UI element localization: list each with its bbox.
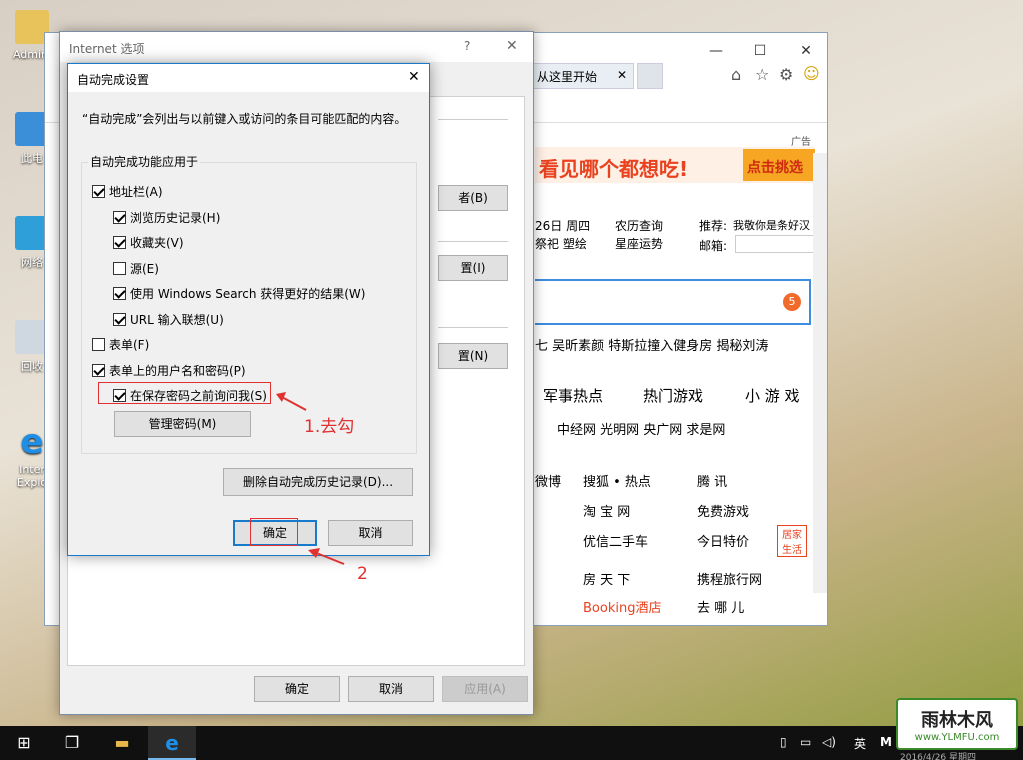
delete-history-button[interactable]: 删除自动完成历史记录(D)... [223, 468, 413, 496]
divider [438, 327, 508, 328]
internet-options-titlebar: Internet 选项 [60, 32, 533, 62]
tab-close-icon[interactable]: ✕ [617, 68, 627, 82]
minimize-icon[interactable]: — [701, 41, 731, 61]
checkbox-box[interactable] [92, 338, 105, 351]
windows-start-icon[interactable]: ⊞ [0, 726, 48, 760]
annotation-step2: 2 [357, 564, 368, 584]
settings-button-1[interactable]: 置(I) [438, 255, 508, 281]
divider [438, 241, 508, 242]
options-close-icon[interactable]: ✕ [506, 38, 518, 54]
smiley-icon[interactable]: ☺ [803, 64, 820, 83]
checkbox-box[interactable] [113, 211, 126, 224]
checkbox-box[interactable] [113, 287, 126, 300]
network-tray-icon[interactable]: ▭ [800, 735, 811, 749]
divider [438, 119, 508, 120]
address-bar-checkbox[interactable]: 地址栏(A) [92, 183, 163, 200]
manage-passwords-button[interactable]: 管理密码(M) [114, 411, 251, 437]
autocomplete-close-icon[interactable]: ✕ [408, 69, 420, 85]
ime-indicator[interactable]: M [880, 735, 892, 749]
annotation-box-ok [250, 518, 298, 546]
watermark-logo: 雨林木风 www.YLMFU.com [896, 698, 1018, 750]
browser-page: 看见哪个都想吃! 点击挑选 广告 26日 周四 农历查询 祭祀 塑绘 星座运势 … [535, 129, 815, 619]
windows-search-checkbox[interactable]: 使用 Windows Search 获得更好的结果(W) [113, 285, 365, 302]
volume-icon[interactable]: ◁) [822, 735, 836, 749]
checkbox-box[interactable] [113, 236, 126, 249]
arrow-line [279, 395, 307, 411]
new-tab-button[interactable] [637, 63, 663, 89]
checkbox-box[interactable] [92, 185, 105, 198]
language-indicator[interactable]: 英 [854, 735, 866, 752]
mail-input[interactable] [735, 235, 815, 253]
browser-tab[interactable]: 从这里开始 ✕ [528, 63, 634, 89]
checkbox-box[interactable] [113, 262, 126, 275]
task-view-icon[interactable]: ❐ [48, 726, 96, 760]
publishers-button[interactable]: 者(B) [438, 185, 508, 211]
arrow-line [313, 551, 345, 565]
annotation-step1: 1.去勾 [304, 417, 355, 437]
ie-taskbar-icon[interactable]: e [148, 726, 196, 760]
options-cancel-button[interactable]: 取消 [348, 676, 434, 702]
scrollbar[interactable] [813, 153, 827, 593]
history-checkbox[interactable]: 浏览历史记录(H) [113, 209, 220, 226]
autocomplete-titlebar: 自动完成设置 [68, 64, 429, 92]
usernames-checkbox[interactable]: 表单上的用户名和密码(P) [92, 362, 246, 379]
close-icon[interactable]: ✕ [791, 41, 821, 61]
options-apply-button[interactable]: 应用(A) [442, 676, 528, 702]
banner: 看见哪个都想吃! 点击挑选 广告 [535, 137, 815, 183]
autocomplete-dialog: 自动完成设置 ✕ “自动完成”会列出与以前键入或访问的条目可能匹配的内容。 自动… [67, 63, 430, 556]
group-label: 自动完成功能应用于 [88, 153, 201, 170]
forms-checkbox[interactable]: 表单(F) [92, 336, 149, 353]
checkbox-box[interactable] [113, 313, 126, 326]
usb-icon[interactable]: ▯ [780, 735, 787, 749]
annotation-arrow-2 [308, 548, 345, 565]
clock-date[interactable]: 2016/4/26 星期四 [900, 750, 976, 760]
maximize-icon[interactable]: ☐ [745, 41, 775, 61]
checkbox-box[interactable] [92, 364, 105, 377]
arrow-head [276, 392, 286, 402]
taskbar: ⊞ ❐ ▬ e ▯ ▭ ◁) 英 M 2016/4/26 星期四 [0, 726, 1023, 760]
feeds-checkbox[interactable]: 源(E) [113, 260, 159, 277]
search-box[interactable] [535, 279, 811, 325]
settings-button-2[interactable]: 置(N) [438, 343, 508, 369]
annotation-box-checkbox [98, 382, 271, 404]
gear-icon[interactable]: ⚙ [779, 65, 793, 84]
home-icon[interactable]: ⌂ [731, 65, 741, 84]
file-explorer-icon[interactable]: ▬ [98, 726, 146, 760]
star-icon[interactable]: ☆ [755, 65, 769, 84]
favorites-checkbox[interactable]: 收藏夹(V) [113, 234, 184, 251]
url-suggest-checkbox[interactable]: URL 输入联想(U) [113, 311, 224, 328]
options-ok-button[interactable]: 确定 [254, 676, 340, 702]
autocomplete-description: “自动完成”会列出与以前键入或访问的条目可能匹配的内容。 [82, 112, 407, 126]
